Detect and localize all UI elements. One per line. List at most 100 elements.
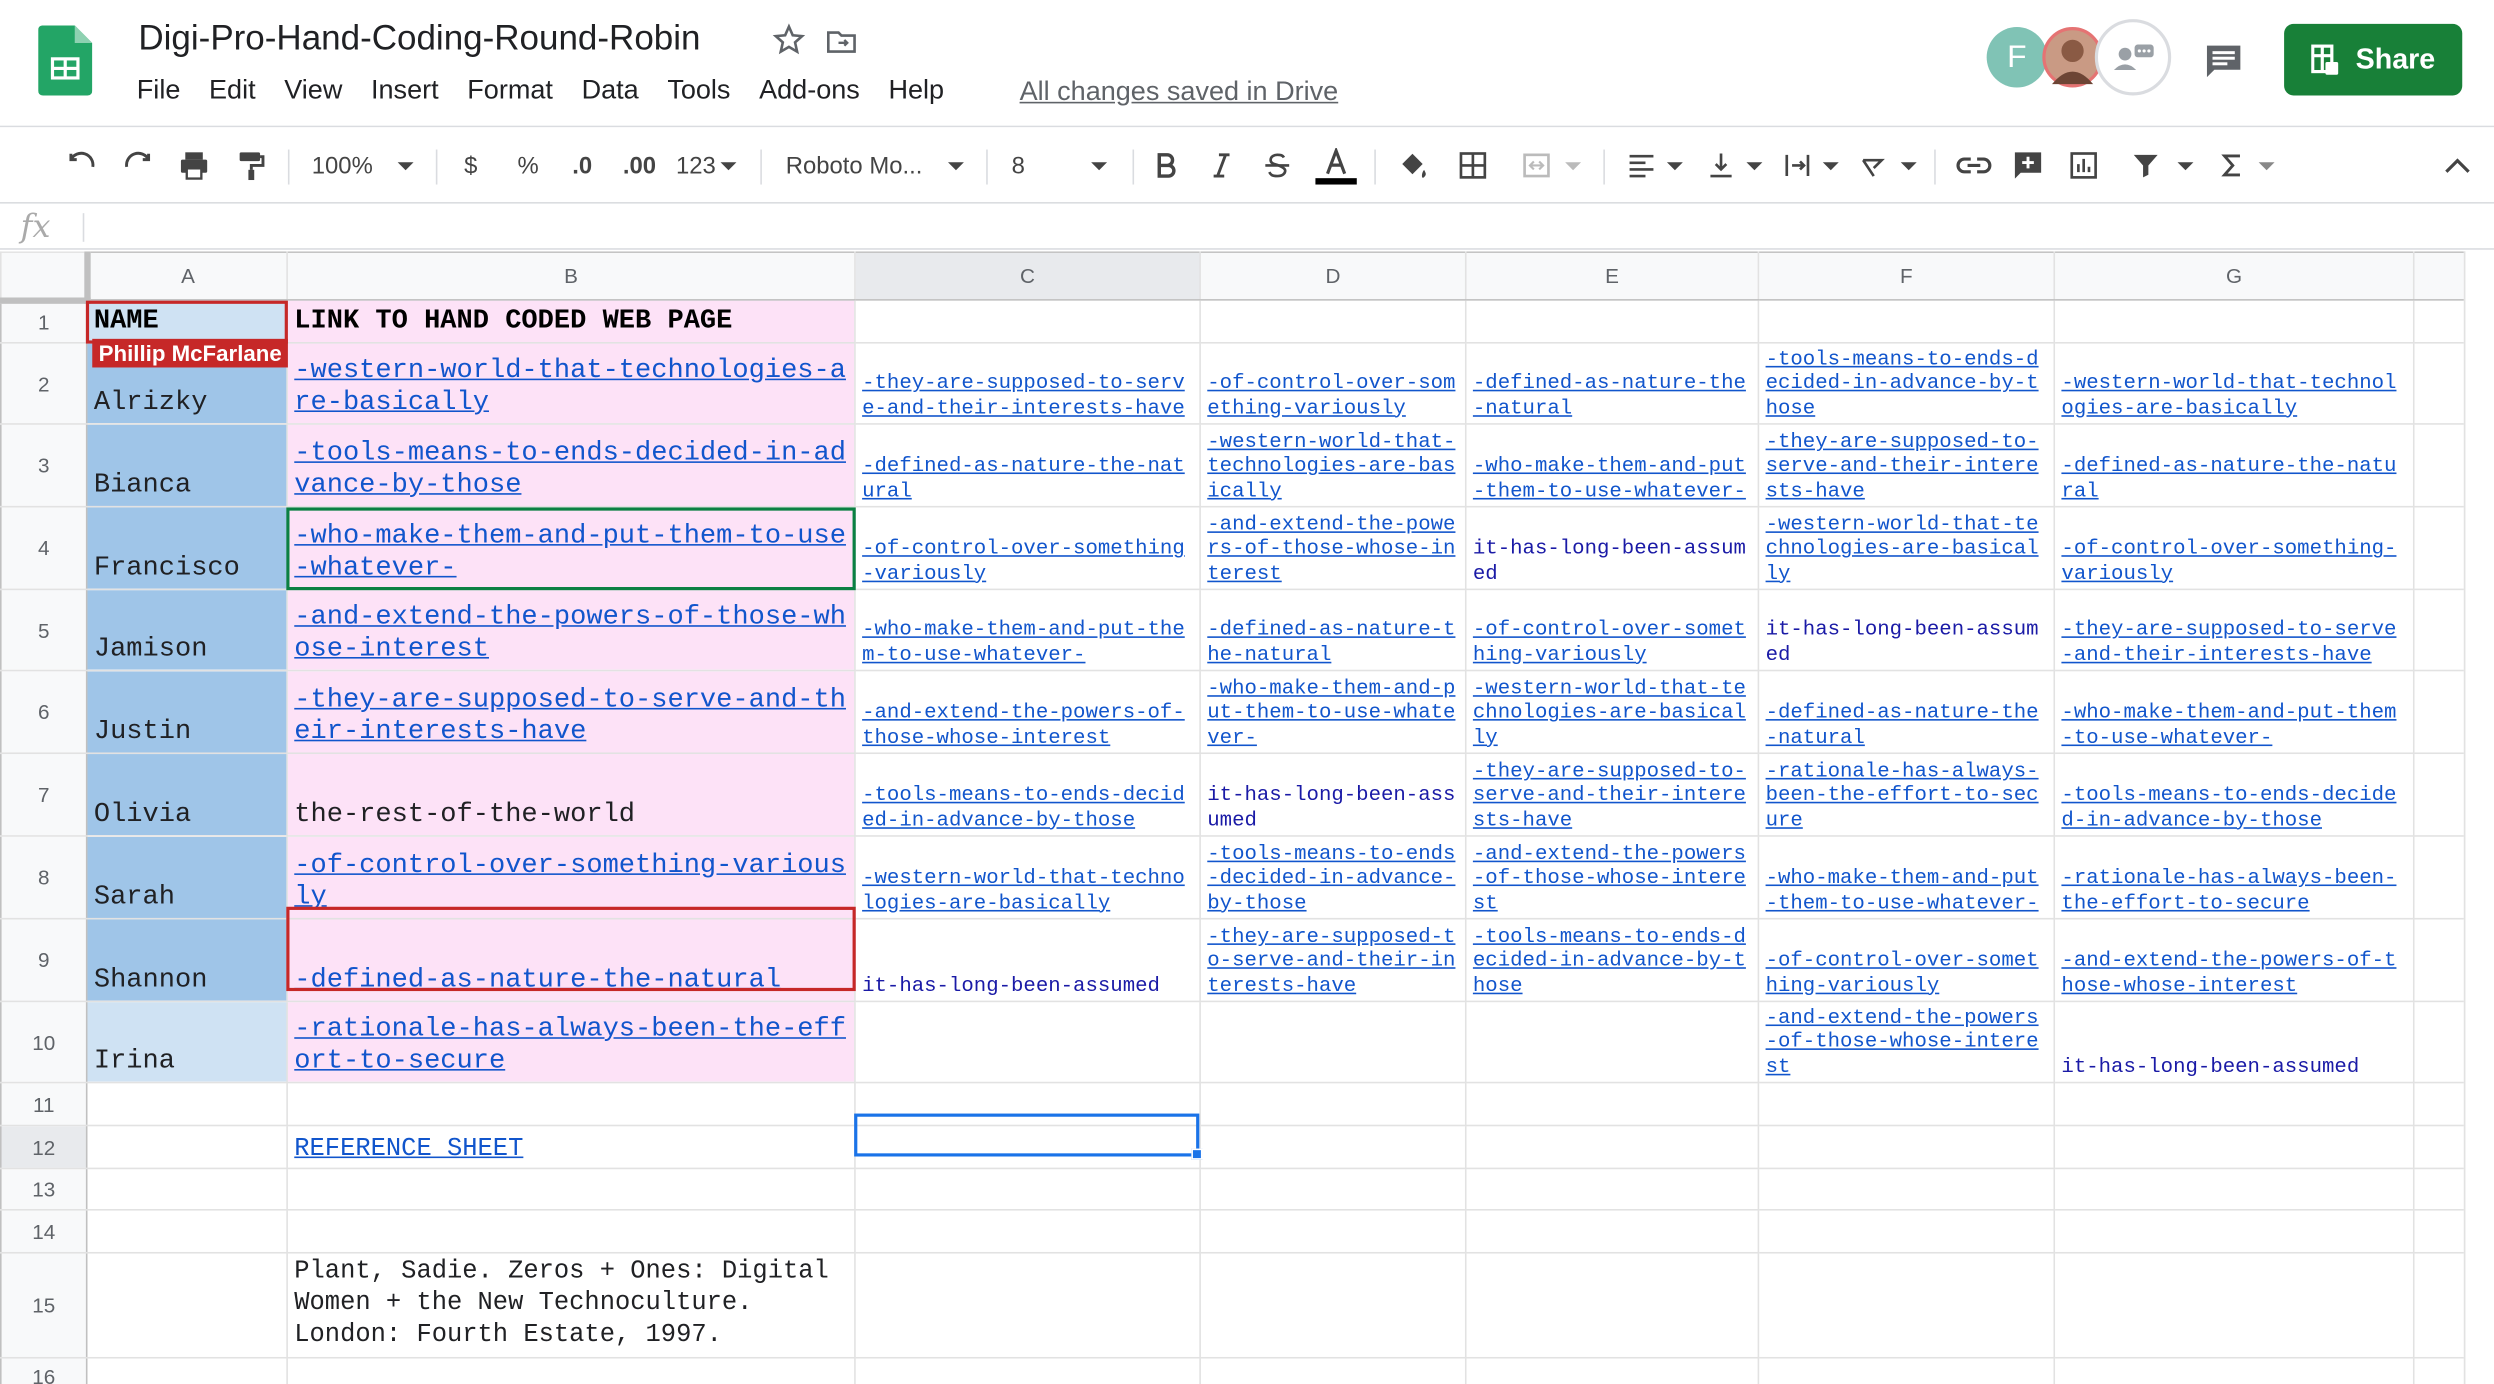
column-header-c[interactable]: C (854, 251, 1201, 301)
cell-b2[interactable]: -western-world-that-technologies-are-bas… (286, 342, 856, 425)
cell-g15[interactable] (2053, 1251, 2415, 1359)
avatar-f[interactable]: F (1986, 27, 2048, 88)
cell-link[interactable]: -western-world-that-technologies-are-bas… (294, 356, 846, 418)
cell-c14[interactable] (854, 1209, 1201, 1254)
undo-icon[interactable] (60, 146, 101, 184)
cell-d16[interactable] (1199, 1356, 1467, 1384)
cell-a16[interactable] (85, 1356, 288, 1384)
cell-d4[interactable]: -and-extend-the-powers-of-those-whose-in… (1199, 505, 1467, 591)
cell-b12[interactable]: REFERENCE SHEET (286, 1124, 856, 1170)
cell-link[interactable]: -western-world-that-technologies-are-bas… (1207, 430, 1455, 503)
cell-e11[interactable] (1464, 1081, 1760, 1127)
cell-h6[interactable] (2412, 669, 2466, 755)
cell-h9[interactable] (2412, 917, 2466, 1003)
cell-d13[interactable] (1199, 1167, 1467, 1211)
cell-link[interactable]: -tools-means-to-ends-decided-in-advance-… (1473, 924, 1746, 997)
cell-link[interactable]: -western-world-that-technologies-are-bas… (1766, 512, 2039, 585)
cell-f9[interactable]: -of-control-over-something-variously (1757, 917, 2056, 1003)
fill-color-icon[interactable] (1393, 146, 1431, 184)
cell-g5[interactable]: -they-are-supposed-to-serve-and-their-in… (2053, 588, 2415, 672)
cell-link[interactable]: -defined-as-nature-the-natural (1473, 371, 1746, 419)
cell-d8[interactable]: -tools-means-to-ends-decided-in-advance-… (1199, 835, 1467, 920)
filter-icon[interactable] (2122, 146, 2202, 184)
cell-g3[interactable]: -defined-as-nature-the-natural (2053, 423, 2415, 508)
cell-c4[interactable]: -of-control-over-something-variously (854, 505, 1201, 591)
menu-insert[interactable]: Insert (371, 75, 439, 113)
cell-f3[interactable]: -they-are-supposed-to-serve-and-their-in… (1757, 423, 2056, 508)
cell-link[interactable]: -who-make-them-and-put-them-to-use-whate… (1207, 676, 1455, 749)
cell-d3[interactable]: -western-world-that-technologies-are-bas… (1199, 423, 1467, 508)
cell-link[interactable]: -rationale-has-always-been-the-effort-to… (294, 1015, 846, 1077)
cell-link[interactable]: -who-make-them-and-put-them-to-use-whate… (1766, 866, 2039, 914)
cell-g4[interactable]: -of-control-over-something-variously (2053, 505, 2415, 591)
cell-link[interactable]: -rationale-has-always-been-the-effort-to… (2061, 866, 2396, 914)
cell-d5[interactable]: -defined-as-nature-the-natural (1199, 588, 1467, 672)
cell-h10[interactable] (2412, 1000, 2466, 1084)
row-header[interactable]: 6 (0, 669, 88, 755)
cell-link[interactable]: -tools-means-to-ends-decided-in-advance-… (1207, 842, 1455, 915)
cell-e12[interactable] (1464, 1124, 1760, 1170)
decrease-decimal-button[interactable]: .0 (561, 146, 602, 184)
cell-h3[interactable] (2412, 423, 2466, 508)
wrap-icon[interactable] (1778, 146, 1842, 184)
italic-icon[interactable] (1204, 146, 1239, 184)
cell-b15[interactable]: Plant, Sadie. Zeros + Ones: Digital Wome… (286, 1251, 856, 1359)
cell-h13[interactable] (2412, 1167, 2466, 1211)
cell-a14[interactable] (85, 1209, 288, 1254)
cell-link[interactable]: -of-control-over-something-variously (1207, 371, 1455, 419)
cell-c12[interactable] (854, 1124, 1201, 1170)
comment-history-icon[interactable] (2201, 38, 2246, 83)
cell-link[interactable]: -of-control-over-something-variously (2061, 537, 2396, 585)
cell-a13[interactable] (85, 1167, 288, 1211)
cell-f15[interactable] (1757, 1251, 2056, 1359)
cell-a7[interactable]: Olivia (85, 752, 288, 837)
cell-a15[interactable] (85, 1251, 288, 1359)
cell-d10[interactable] (1199, 1000, 1467, 1084)
currency-button[interactable]: $ (455, 146, 487, 184)
row-header[interactable]: 8 (0, 835, 88, 920)
cell-a6[interactable]: Justin (85, 669, 288, 755)
cell-a1[interactable]: NAME (85, 299, 288, 344)
cell-link[interactable]: -of-control-over-something-variously (1766, 949, 2039, 997)
cell-link[interactable]: -defined-as-nature-the-natural (862, 454, 1185, 502)
cell-g10[interactable]: it-has-long-been-assumed (2053, 1000, 2415, 1084)
cell-c15[interactable] (854, 1251, 1201, 1359)
cell-c8[interactable]: -western-world-that-technologies-are-bas… (854, 835, 1201, 920)
functions-icon[interactable] (2214, 146, 2278, 184)
move-to-folder-icon[interactable] (824, 24, 859, 59)
cell-link[interactable]: -and-extend-the-powers-of-those-whose-in… (1207, 512, 1455, 585)
cell-f2[interactable]: -tools-means-to-ends-decided-in-advance-… (1757, 342, 2056, 425)
cell-h12[interactable] (2412, 1124, 2466, 1170)
cell-link[interactable]: -and-extend-the-powers-of-those-whose-in… (2061, 949, 2396, 997)
column-header-g[interactable]: G (2053, 251, 2415, 301)
cell-h14[interactable] (2412, 1209, 2466, 1254)
cell-c3[interactable]: -defined-as-nature-the-natural (854, 423, 1201, 508)
strikethrough-icon[interactable] (1260, 146, 1295, 184)
valign-icon[interactable] (1702, 146, 1766, 184)
share-button[interactable]: Share (2284, 23, 2463, 96)
cell-link[interactable]: -and-extend-the-powers-of-those-whose-in… (1766, 1005, 2039, 1078)
menu-addons[interactable]: Add-ons (759, 75, 860, 113)
cell-e3[interactable]: -who-make-them-and-put-them-to-use-whate… (1464, 423, 1760, 508)
text-color-icon[interactable] (1314, 146, 1359, 184)
cell-h4[interactable] (2412, 505, 2466, 591)
row-header[interactable]: 15 (0, 1251, 88, 1359)
cell-h15[interactable] (2412, 1251, 2466, 1359)
cell-c5[interactable]: -who-make-them-and-put-them-to-use-whate… (854, 588, 1201, 672)
cell-link[interactable]: -they-are-supposed-to-serve-and-their-in… (862, 371, 1185, 419)
increase-decimal-button[interactable]: .00 (617, 146, 662, 184)
row-header[interactable]: 2 (0, 342, 88, 425)
cell-e10[interactable] (1464, 1000, 1760, 1084)
redo-icon[interactable] (118, 146, 159, 184)
borders-icon[interactable] (1454, 146, 1492, 184)
cell-f10[interactable]: -and-extend-the-powers-of-those-whose-in… (1757, 1000, 2056, 1084)
cell-c1[interactable] (854, 299, 1201, 344)
cell-h2[interactable] (2412, 342, 2466, 425)
cell-a12[interactable] (85, 1124, 288, 1170)
row-header[interactable]: 9 (0, 917, 88, 1003)
cell-h5[interactable] (2412, 588, 2466, 672)
cell-d6[interactable]: -who-make-them-and-put-them-to-use-whate… (1199, 669, 1467, 755)
column-header-b[interactable]: B (286, 251, 856, 301)
cell-c10[interactable] (854, 1000, 1201, 1084)
row-header[interactable]: 12 (0, 1124, 88, 1170)
